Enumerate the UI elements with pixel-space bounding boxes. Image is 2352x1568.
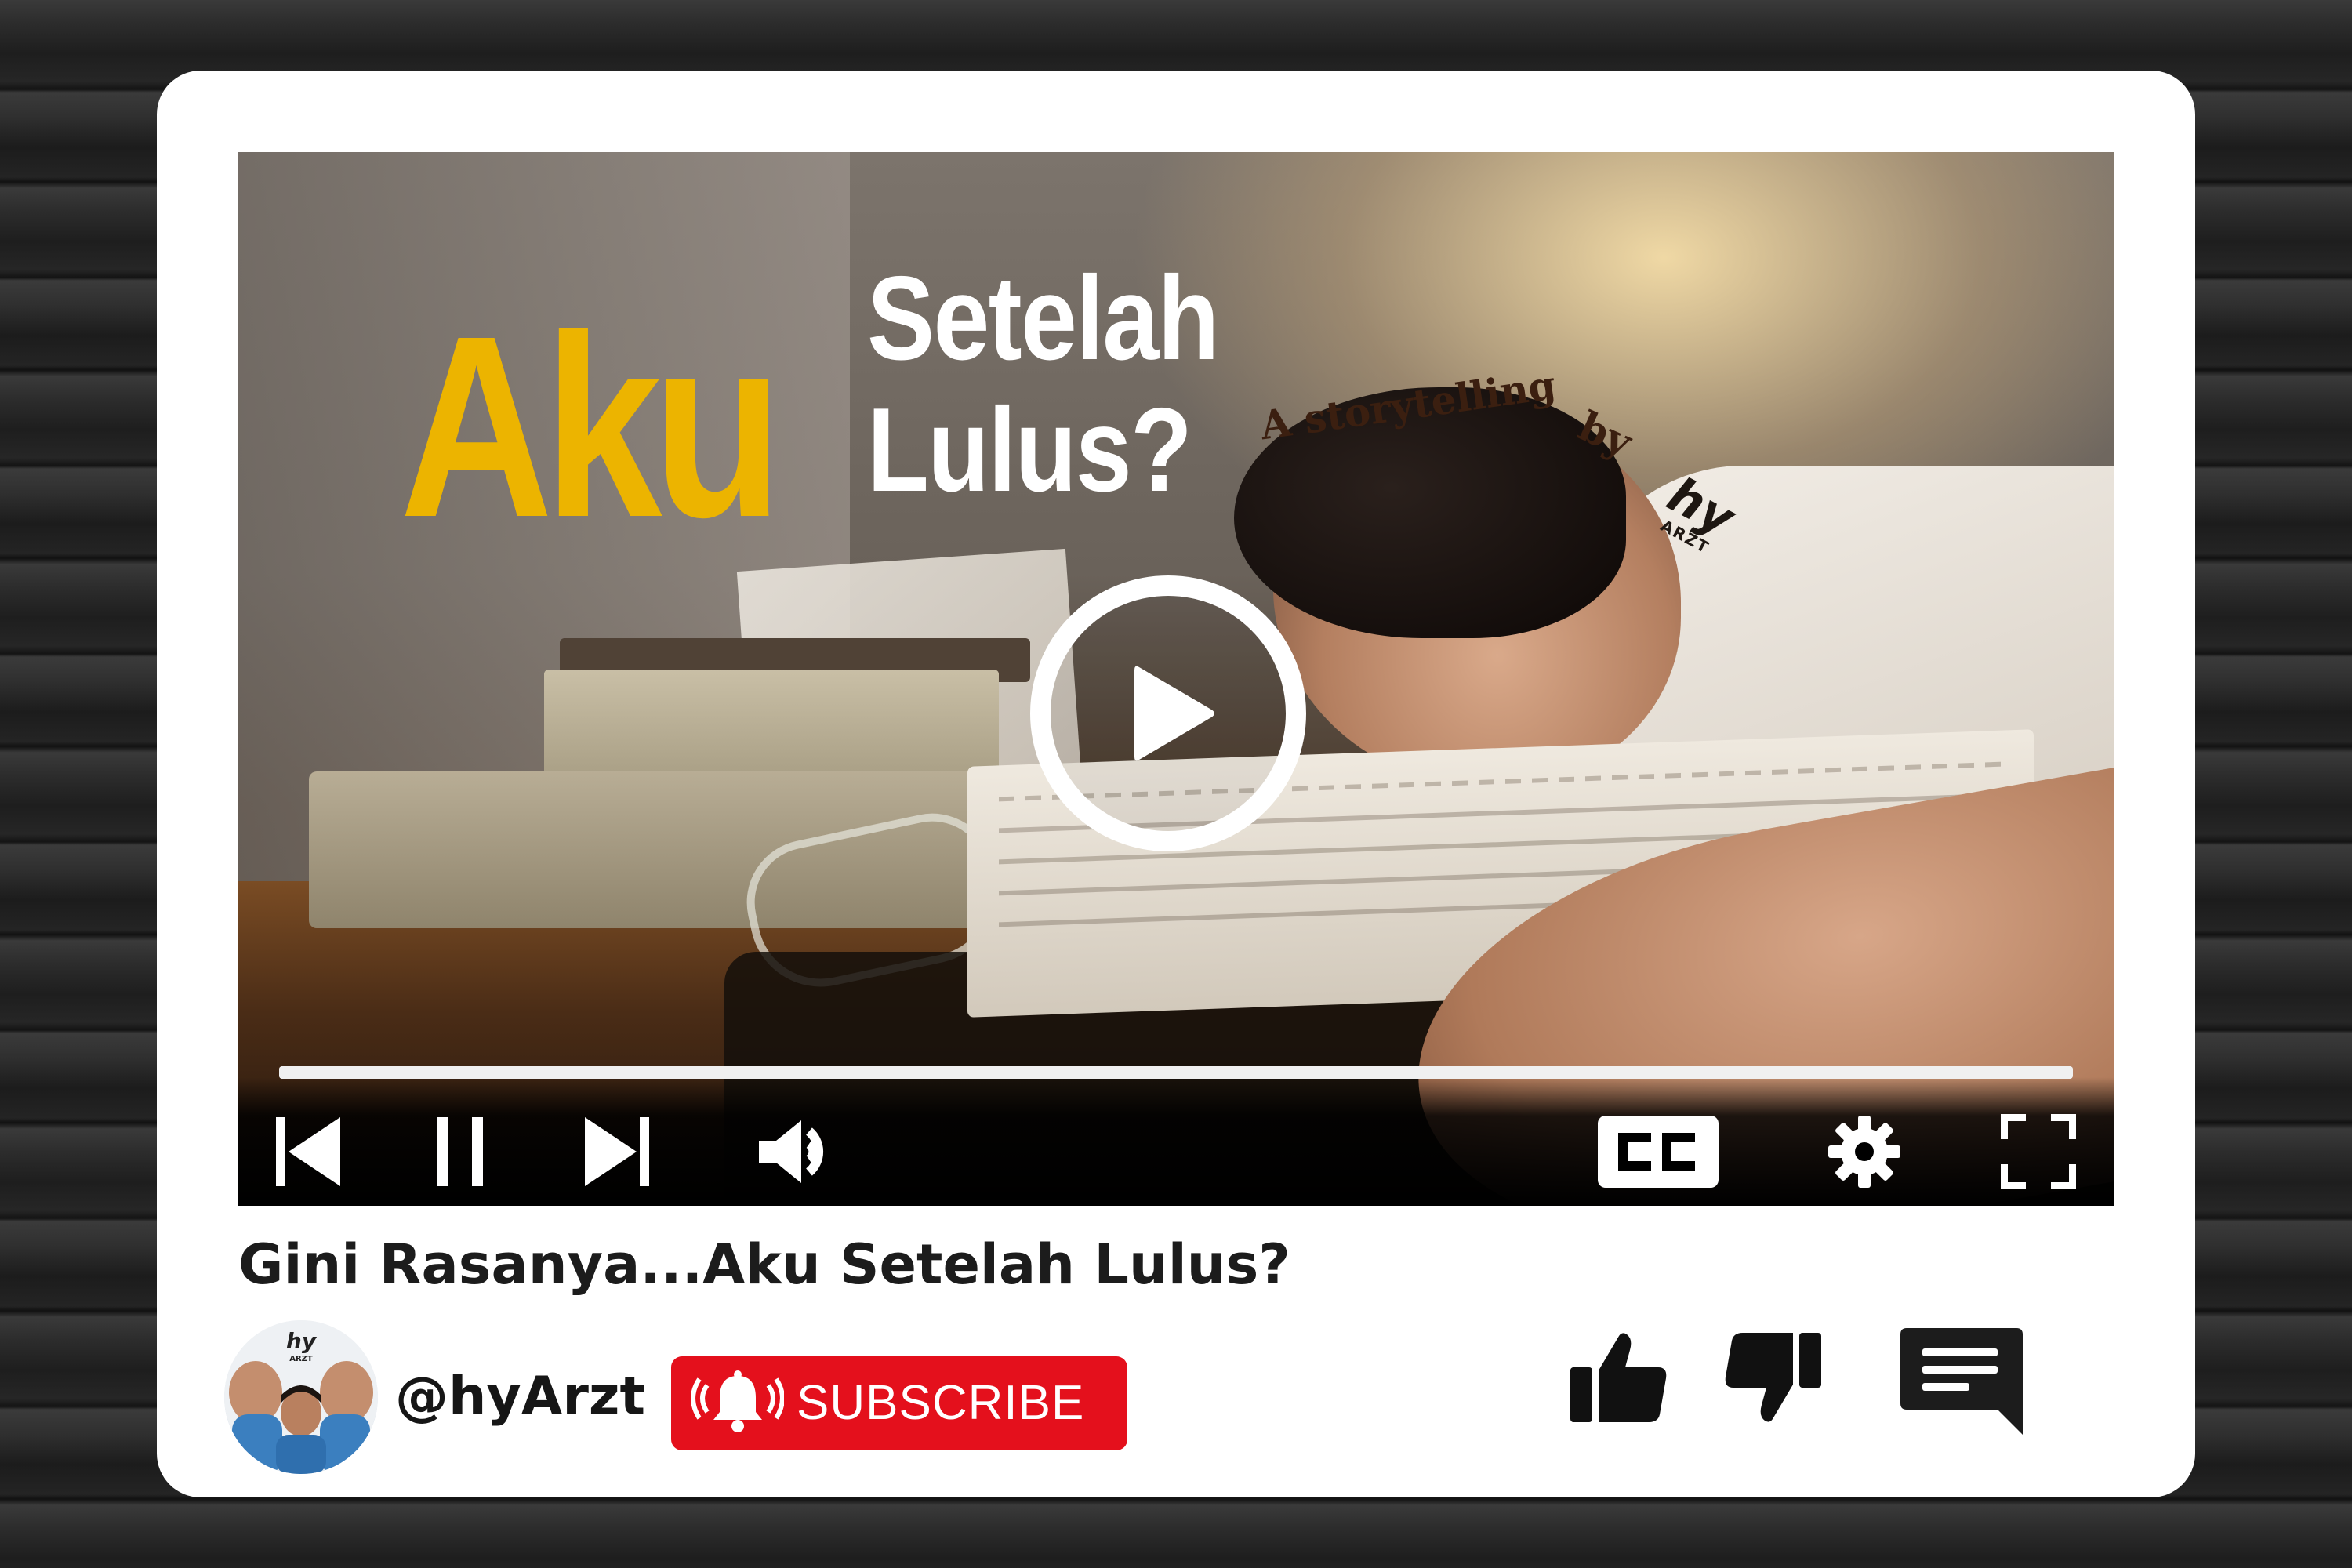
- thumbs-down-icon: [1725, 1333, 1821, 1422]
- subscribe-button[interactable]: SUBSCRIBE: [671, 1356, 1127, 1450]
- volume-button[interactable]: [756, 1109, 842, 1195]
- play-icon: [1134, 666, 1214, 761]
- pause-button[interactable]: [436, 1109, 486, 1195]
- channel-handle[interactable]: @hyArzt: [395, 1366, 645, 1428]
- fullscreen-button[interactable]: [1999, 1109, 2078, 1195]
- pause-icon: [437, 1117, 483, 1186]
- video-title[interactable]: Gini Rasanya...Aku Setelah Lulus?: [238, 1229, 2042, 1300]
- thumbnail-title-line1: Setelah: [867, 252, 1219, 385]
- thumbnail-title-line2: Lulus?: [867, 383, 1192, 517]
- volume-icon: [759, 1120, 824, 1183]
- comment-button[interactable]: [1899, 1327, 2024, 1436]
- progress-fill: [279, 1066, 2073, 1079]
- play-button[interactable]: [1030, 575, 1306, 851]
- gear-icon: [1828, 1116, 1900, 1188]
- captions-button[interactable]: [1598, 1109, 1719, 1195]
- video-player[interactable]: Aku Setelah Lulus? A storytelling by hy …: [238, 152, 2114, 1206]
- channel-avatar[interactable]: hy ARZT: [224, 1320, 378, 1474]
- thumbnail-title-sub: Setelah Lulus?: [867, 252, 1267, 516]
- like-button[interactable]: [1568, 1327, 1670, 1428]
- progress-bar[interactable]: [279, 1066, 2073, 1079]
- comment-icon: [1900, 1328, 2023, 1435]
- bell-icon: [691, 1370, 784, 1432]
- dislike-button[interactable]: [1722, 1327, 1824, 1428]
- subscribe-label: SUBSCRIBE: [797, 1376, 1085, 1430]
- avatar-logo-sub: ARZT: [289, 1355, 313, 1363]
- skip-next-icon: [585, 1117, 649, 1186]
- video-card: Aku Setelah Lulus? A storytelling by hy …: [157, 71, 2195, 1497]
- thumbnail-title-big: Aku: [400, 281, 782, 571]
- settings-button[interactable]: [1825, 1109, 1904, 1195]
- closed-captions-icon: [1598, 1116, 1719, 1188]
- avatar-image: hy ARZT: [224, 1320, 378, 1474]
- thumbs-up-icon: [1570, 1333, 1667, 1422]
- fullscreen-icon: [2001, 1114, 2076, 1189]
- skip-previous-button[interactable]: [274, 1109, 342, 1195]
- skip-next-button[interactable]: [583, 1109, 651, 1195]
- skip-previous-icon: [276, 1117, 340, 1186]
- avatar-logo: hy: [286, 1328, 318, 1354]
